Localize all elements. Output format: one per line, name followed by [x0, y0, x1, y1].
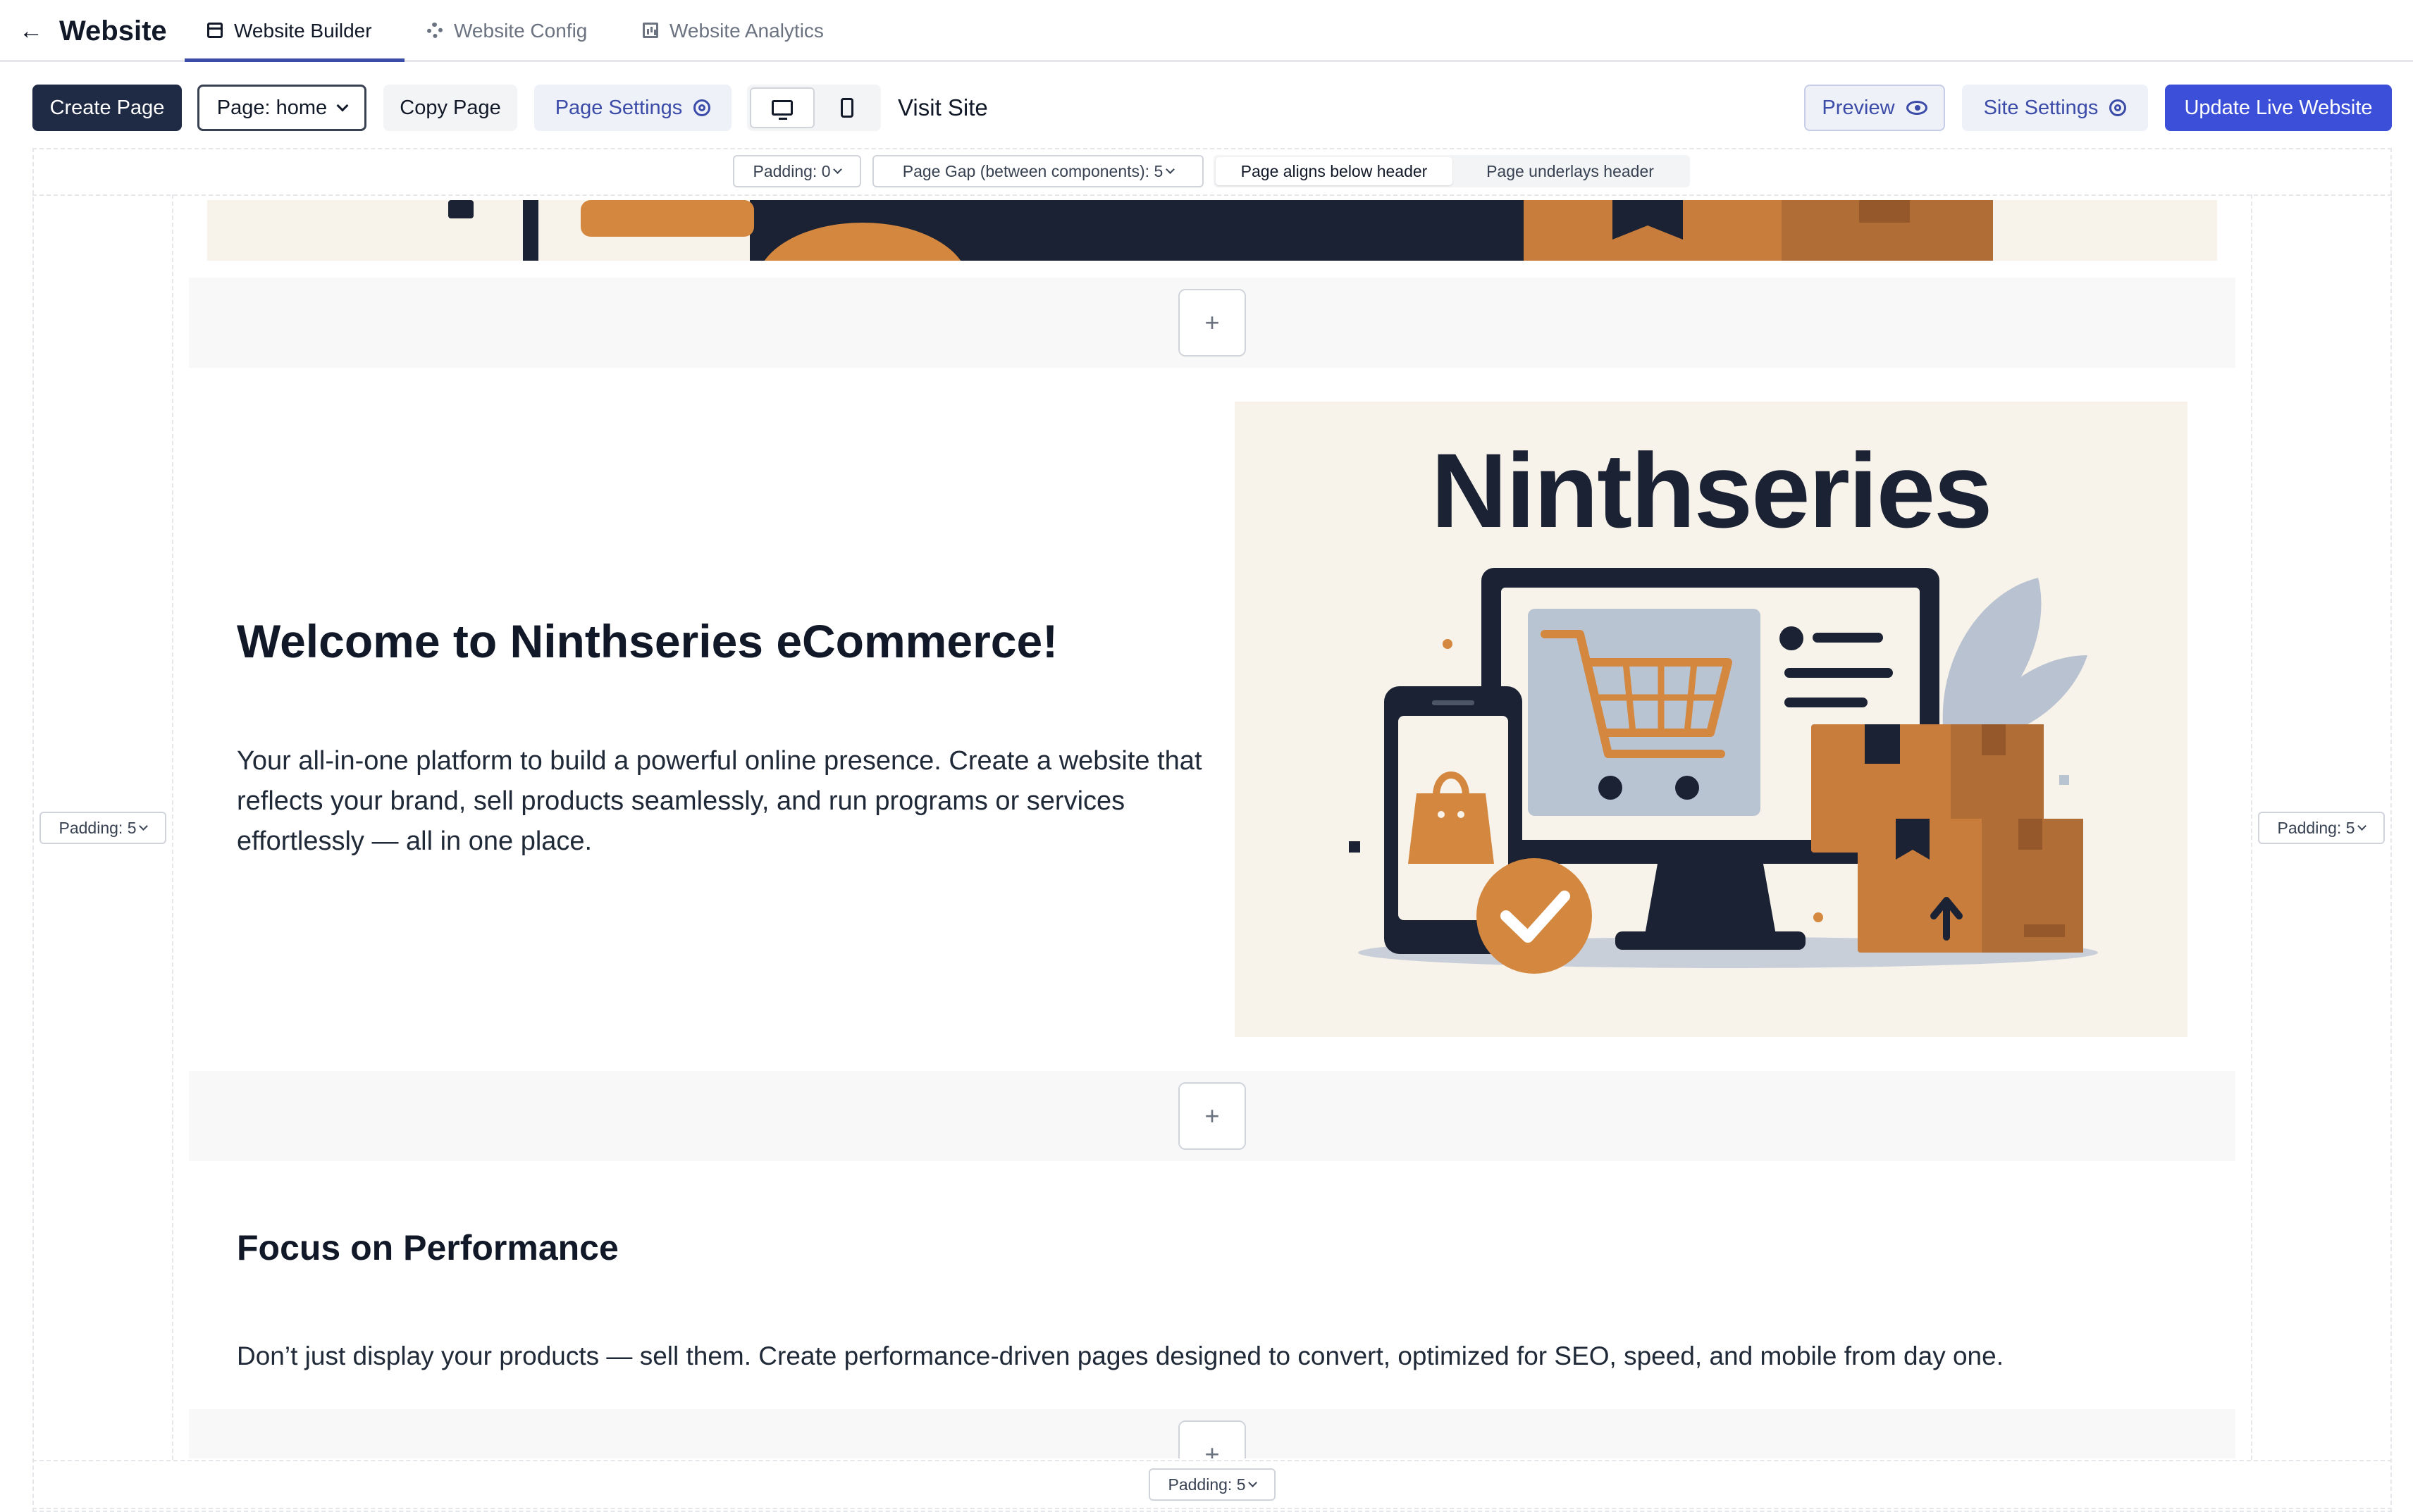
- tab-website-builder[interactable]: Website Builder: [185, 16, 405, 62]
- padding-label: Padding: 5: [2277, 818, 2355, 837]
- chevron-down-icon: [139, 822, 149, 831]
- create-page-label: Create Page: [49, 96, 165, 119]
- underlay-header-option[interactable]: Page underlays header: [1453, 157, 1687, 185]
- visit-site-link[interactable]: Visit Site: [898, 94, 988, 121]
- chevron-down-icon: [1248, 1478, 1258, 1487]
- add-section-button[interactable]: +: [1178, 289, 1246, 357]
- tab-website-config[interactable]: Website Config: [405, 16, 620, 62]
- hero-title: Welcome to Ninthseries eCommerce!: [237, 615, 1059, 667]
- page-gap-label: Page Gap (between components): 5: [902, 161, 1164, 180]
- tab-label: Website Builder: [234, 20, 372, 42]
- device-toggle: [747, 85, 881, 131]
- page-gap-select[interactable]: Page Gap (between components): 5: [872, 155, 1204, 187]
- padding-label: Padding: 5: [58, 818, 137, 837]
- create-page-button[interactable]: Create Page: [32, 85, 182, 131]
- top-navigation: ← Website Website Builder Website Config…: [0, 0, 2413, 62]
- chevron-down-icon: [336, 99, 349, 112]
- frame-divider: [32, 1508, 2392, 1509]
- hero-image[interactable]: Ninthseries: [1235, 402, 2187, 1037]
- preview-label: Preview: [1822, 96, 1895, 119]
- chevron-down-icon: [1166, 165, 1175, 174]
- page-settings-label: Page Settings: [555, 96, 683, 119]
- page-select-dropdown[interactable]: Page: home: [197, 85, 366, 131]
- copy-page-button[interactable]: Copy Page: [383, 85, 517, 131]
- desktop-view-button[interactable]: [750, 87, 815, 128]
- preview-button[interactable]: Preview: [1804, 85, 1945, 131]
- chevron-down-icon: [833, 165, 843, 174]
- eye-icon: [1906, 101, 1927, 115]
- gear-icon: [2109, 99, 2127, 116]
- mobile-view-button[interactable]: [815, 87, 880, 128]
- ecommerce-illustration: [1349, 568, 2098, 974]
- tab-label: Website Analytics: [669, 20, 824, 42]
- add-section-button[interactable]: +: [1178, 1420, 1246, 1458]
- add-section-zone: +: [189, 278, 2235, 368]
- add-section-zone: +: [189, 1409, 2235, 1458]
- tab-website-analytics[interactable]: Website Analytics: [620, 16, 860, 62]
- phone-icon: [841, 98, 853, 118]
- header-alignment-toggle: Page aligns below header Page underlays …: [1214, 155, 1690, 187]
- update-live-website-button[interactable]: Update Live Website: [2165, 85, 2392, 131]
- add-section-zone: +: [189, 1071, 2235, 1161]
- chevron-down-icon: [2357, 822, 2367, 831]
- tab-label: Website Config: [454, 20, 588, 42]
- page-settings-button[interactable]: Page Settings: [534, 85, 732, 131]
- gear-icon: [693, 99, 711, 116]
- back-arrow-icon[interactable]: ←: [18, 18, 44, 44]
- chart-icon: [643, 23, 658, 38]
- add-section-button[interactable]: +: [1178, 1082, 1246, 1150]
- app-title: Website: [59, 16, 167, 47]
- padding-label: Padding: 5: [1168, 1475, 1246, 1494]
- update-live-label: Update Live Website: [2184, 96, 2373, 119]
- padding-right-select[interactable]: Padding: 5: [2258, 812, 2385, 844]
- site-settings-label: Site Settings: [1983, 96, 2099, 119]
- performance-title: Focus on Performance: [237, 1228, 619, 1268]
- window-icon: [207, 23, 223, 38]
- align-below-header-option[interactable]: Page aligns below header: [1216, 157, 1452, 185]
- banner-image[interactable]: [207, 200, 2217, 261]
- padding-left-select[interactable]: Padding: 5: [39, 812, 166, 844]
- padding-label: Padding: 0: [753, 161, 831, 180]
- monitor-icon: [772, 100, 793, 120]
- site-settings-button[interactable]: Site Settings: [1962, 85, 2148, 131]
- banner-illustration: [448, 200, 1993, 261]
- copy-page-label: Copy Page: [400, 96, 501, 119]
- hero-description: Your all-in-one platform to build a powe…: [237, 746, 1202, 856]
- padding-top-select[interactable]: Padding: 0: [733, 155, 861, 187]
- frame-divider: [32, 1460, 2392, 1461]
- performance-description: Don’t just display your products — sell …: [237, 1341, 2004, 1370]
- gear-icon: [427, 23, 443, 38]
- padding-bottom-select[interactable]: Padding: 5: [1149, 1468, 1276, 1501]
- page-select-label: Page: home: [216, 96, 328, 119]
